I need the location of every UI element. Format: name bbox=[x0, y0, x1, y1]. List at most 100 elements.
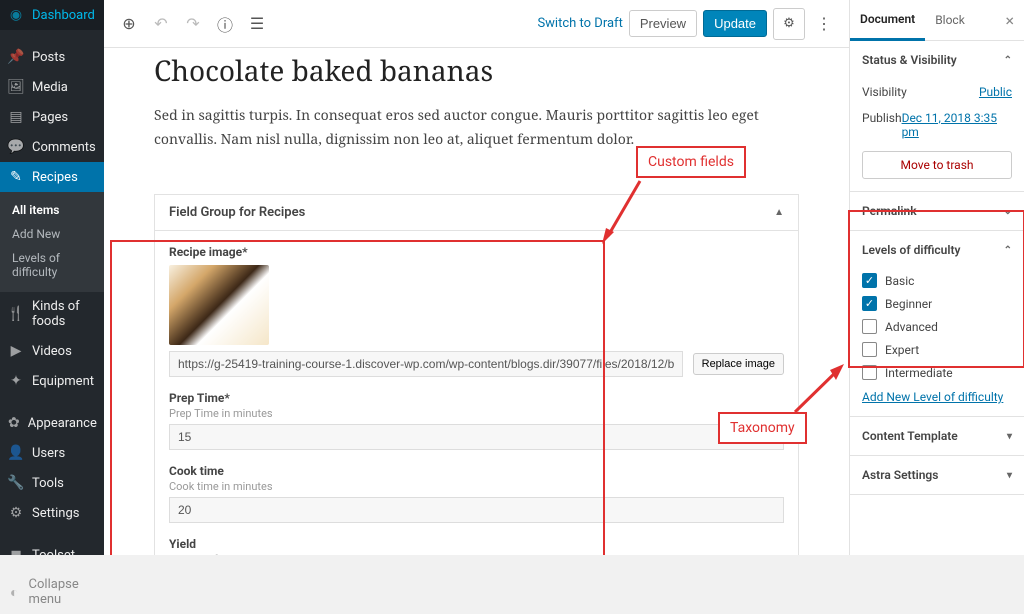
nav-kinds[interactable]: 🍴Kinds of foods bbox=[0, 292, 104, 336]
close-panel-button[interactable]: × bbox=[995, 11, 1024, 30]
subnav-levels[interactable]: Levels of difficulty bbox=[0, 246, 104, 284]
level-label: Beginner bbox=[885, 297, 932, 311]
tab-document[interactable]: Document bbox=[850, 0, 925, 41]
editor-topbar: ⊕ ↶ ↷ ⓘ ☰ Switch to Draft Preview Update… bbox=[104, 0, 849, 48]
recipes-icon: ✎ bbox=[8, 169, 24, 185]
preview-button[interactable]: Preview bbox=[629, 10, 697, 37]
prep-time-input[interactable] bbox=[169, 424, 784, 450]
level-checkbox-intermediate[interactable]: Intermediate bbox=[862, 361, 1012, 384]
nav-posts[interactable]: 📌Posts bbox=[0, 42, 104, 72]
field-group-metabox: Field Group for Recipes ▲ Recipe image* … bbox=[154, 194, 799, 555]
outline-button[interactable]: ☰ bbox=[244, 11, 270, 37]
nav-settings[interactable]: ⚙Settings bbox=[0, 498, 104, 528]
chevron-up-icon: ⌃ bbox=[1004, 245, 1012, 256]
nav-media[interactable]: 🖼Media bbox=[0, 72, 104, 102]
subnav-add-new[interactable]: Add New bbox=[0, 222, 104, 246]
publish-value[interactable]: Dec 11, 2018 3:35 pm bbox=[902, 111, 1012, 139]
more-menu-button[interactable]: ⋮ bbox=[811, 11, 837, 37]
checkbox-icon[interactable] bbox=[862, 342, 877, 357]
checkbox-icon[interactable]: ✓ bbox=[862, 273, 877, 288]
replace-image-button[interactable]: Replace image bbox=[693, 353, 784, 375]
tools-icon: 🔧 bbox=[8, 475, 24, 491]
redo-button[interactable]: ↷ bbox=[180, 11, 206, 37]
level-checkbox-advanced[interactable]: Advanced bbox=[862, 315, 1012, 338]
page-icon: ▤ bbox=[8, 109, 24, 125]
nav-videos[interactable]: ▶Videos bbox=[0, 336, 104, 366]
add-block-button[interactable]: ⊕ bbox=[116, 11, 142, 37]
nav-comments[interactable]: 💬Comments bbox=[0, 132, 104, 162]
recipe-image-label: Recipe image* bbox=[169, 245, 784, 259]
level-checkbox-expert[interactable]: Expert bbox=[862, 338, 1012, 361]
collapse-icon: ◐ bbox=[8, 584, 21, 600]
chevron-down-icon: ▾ bbox=[1007, 431, 1012, 442]
nav-collapse[interactable]: ◐Collapse menu bbox=[0, 570, 104, 614]
cook-time-field: Cook time Cook time in minutes bbox=[169, 464, 784, 523]
level-label: Intermediate bbox=[885, 366, 953, 380]
cook-time-desc: Cook time in minutes bbox=[169, 480, 784, 493]
dashboard-icon: ◉ bbox=[8, 7, 24, 23]
users-icon: 👤 bbox=[8, 445, 24, 461]
nav-equipment[interactable]: ✦Equipment bbox=[0, 366, 104, 396]
level-checkbox-beginner[interactable]: ✓ Beginner bbox=[862, 292, 1012, 315]
cook-time-input[interactable] bbox=[169, 497, 784, 523]
nav-pages[interactable]: ▤Pages bbox=[0, 102, 104, 132]
permalink-header[interactable]: Permalink⌄ bbox=[850, 192, 1024, 230]
recipe-image-field: Recipe image* Replace image bbox=[169, 245, 784, 377]
comment-icon: 💬 bbox=[8, 139, 24, 155]
media-icon: 🖼 bbox=[8, 79, 24, 95]
admin-sidebar: ◉Dashboard 📌Posts 🖼Media ▤Pages 💬Comment… bbox=[0, 0, 104, 555]
visibility-key: Visibility bbox=[862, 85, 907, 99]
move-trash-button[interactable]: Move to trash bbox=[862, 151, 1012, 179]
checkbox-icon[interactable] bbox=[862, 365, 877, 380]
yield-field: Yield E.g. 1 loaf bbox=[169, 537, 784, 555]
pin-icon: 📌 bbox=[8, 49, 24, 65]
undo-button[interactable]: ↶ bbox=[148, 11, 174, 37]
astra-header[interactable]: Astra Settings▾ bbox=[850, 456, 1024, 494]
metabox-header[interactable]: Field Group for Recipes ▲ bbox=[155, 195, 798, 231]
editor-main: ⊕ ↶ ↷ ⓘ ☰ Switch to Draft Preview Update… bbox=[104, 0, 849, 555]
checkbox-icon[interactable] bbox=[862, 319, 877, 334]
info-button[interactable]: ⓘ bbox=[212, 11, 238, 37]
prep-time-field: Prep Time* Prep Time in minutes bbox=[169, 391, 784, 450]
add-level-link[interactable]: Add New Level of difficulty bbox=[862, 384, 1003, 404]
chevron-down-icon: ⌄ bbox=[1004, 206, 1012, 217]
prep-time-label: Prep Time* bbox=[169, 391, 784, 405]
prep-time-desc: Prep Time in minutes bbox=[169, 407, 784, 420]
yield-label: Yield bbox=[169, 537, 784, 551]
tab-block[interactable]: Block bbox=[925, 1, 975, 39]
panel-tabs: Document Block × bbox=[850, 0, 1024, 41]
levels-header[interactable]: Levels of difficulty⌃ bbox=[850, 231, 1024, 269]
subnav-all-items[interactable]: All items bbox=[0, 198, 104, 222]
status-visibility-header[interactable]: Status & Visibility⌃ bbox=[850, 41, 1024, 79]
nav-dashboard[interactable]: ◉Dashboard bbox=[0, 0, 104, 30]
appearance-icon: ✿ bbox=[8, 415, 20, 431]
nav-recipes[interactable]: ✎Recipes bbox=[0, 162, 104, 192]
settings-icon: ⚙ bbox=[8, 505, 24, 521]
content-template-header[interactable]: Content Template▾ bbox=[850, 417, 1024, 455]
nav-recipes-submenu: All items Add New Levels of difficulty bbox=[0, 192, 104, 292]
checkbox-icon[interactable]: ✓ bbox=[862, 296, 877, 311]
sidebar-panel: Document Block × Status & Visibility⌃ Vi… bbox=[849, 0, 1024, 555]
nav-appearance[interactable]: ✿Appearance bbox=[0, 408, 104, 438]
chevron-down-icon: ▾ bbox=[1007, 470, 1012, 481]
visibility-value[interactable]: Public bbox=[979, 85, 1012, 99]
nav-tools[interactable]: 🔧Tools bbox=[0, 468, 104, 498]
chevron-up-icon: ▲ bbox=[774, 207, 784, 218]
food-icon: 🍴 bbox=[8, 306, 24, 322]
post-body[interactable]: Sed in sagittis turpis. In consequat ero… bbox=[154, 104, 799, 152]
recipe-image-url[interactable] bbox=[169, 351, 683, 377]
status-visibility-section: Status & Visibility⌃ Visibility Public Pu… bbox=[850, 41, 1024, 192]
nav-toolset[interactable]: ◼Toolset bbox=[0, 540, 104, 570]
update-button[interactable]: Update bbox=[703, 10, 767, 37]
nav-users[interactable]: 👤Users bbox=[0, 438, 104, 468]
level-checkbox-basic[interactable]: ✓ Basic bbox=[862, 269, 1012, 292]
publish-key: Publish bbox=[862, 111, 902, 139]
settings-gear-button[interactable]: ⚙ bbox=[773, 8, 805, 40]
post-title[interactable]: Chocolate baked bananas bbox=[154, 52, 799, 90]
levels-section: Levels of difficulty⌃ ✓ Basic ✓ Beginner Adv… bbox=[850, 231, 1024, 417]
recipe-image-preview[interactable] bbox=[169, 265, 269, 345]
level-label: Basic bbox=[885, 274, 914, 288]
cook-time-label: Cook time bbox=[169, 464, 784, 478]
switch-draft-link[interactable]: Switch to Draft bbox=[537, 16, 622, 31]
video-icon: ▶ bbox=[8, 343, 24, 359]
